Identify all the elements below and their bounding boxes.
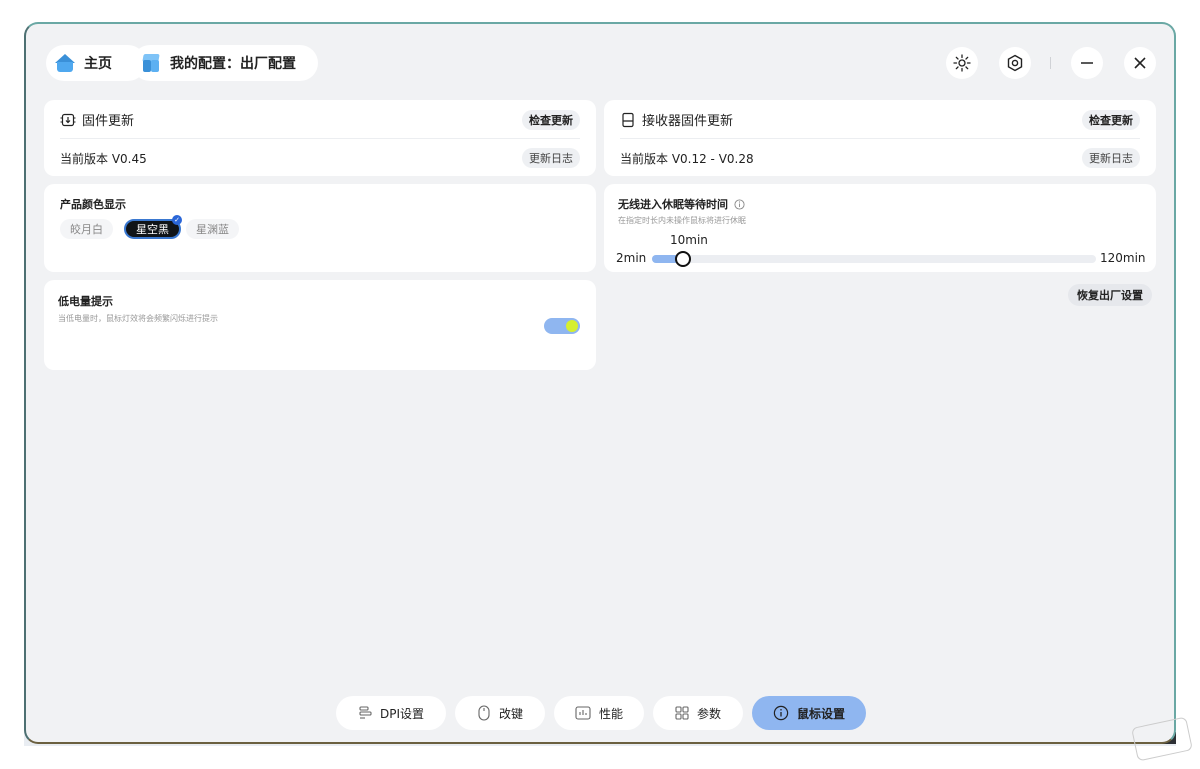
nav-dpi-label: DPI设置 bbox=[379, 706, 425, 721]
nav-remap[interactable]: 改键 bbox=[455, 696, 545, 730]
sleep-title-label: 无线进入休眠等待时间 bbox=[618, 198, 728, 211]
receiver-icon bbox=[622, 112, 634, 127]
nav-performance-label: 性能 bbox=[598, 706, 623, 721]
firmware-title: 固件更新 bbox=[60, 110, 134, 129]
changelog-button[interactable]: 更新日志 bbox=[522, 148, 580, 168]
app-window: 主页 我的配置：出厂配置 固件更新 检查更新 当前版本 V0.45 更新日志 接… bbox=[24, 22, 1176, 744]
check-update-button[interactable]: 检查更新 bbox=[522, 110, 580, 130]
gear-icon bbox=[1007, 54, 1023, 72]
minus-icon bbox=[1081, 62, 1093, 64]
receiver-title: 接收器固件更新 bbox=[620, 110, 733, 129]
nav-mouse-settings[interactable]: 鼠标设置 bbox=[752, 696, 866, 730]
nav-parameters[interactable]: 参数 bbox=[653, 696, 743, 730]
chip-icon bbox=[60, 113, 76, 126]
close-button[interactable] bbox=[1124, 47, 1156, 79]
nav-dpi-settings[interactable]: DPI设置 bbox=[336, 696, 446, 730]
close-icon bbox=[1134, 57, 1146, 69]
receiver-version-text: 当前版本 V0.12 - V0.28 bbox=[620, 152, 754, 166]
performance-icon bbox=[575, 706, 591, 720]
sleep-value-label: 10min bbox=[670, 233, 708, 247]
cube-icon bbox=[140, 52, 162, 74]
firmware-version-text: 当前版本 V0.45 bbox=[60, 152, 147, 166]
sleep-title: 无线进入休眠等待时间 bbox=[618, 196, 745, 212]
sleep-max-label: 120min bbox=[1100, 251, 1146, 265]
sleep-min-label: 2min bbox=[616, 251, 647, 265]
nav-parameters-label: 参数 bbox=[696, 706, 721, 721]
grid-icon bbox=[675, 706, 689, 720]
brightness-button[interactable] bbox=[946, 47, 978, 79]
nav-mouse-settings-label: 鼠标设置 bbox=[796, 706, 845, 721]
factory-reset-button[interactable]: 恢复出厂设置 bbox=[1068, 284, 1152, 306]
low-battery-card: 低电量提示 当低电量时，鼠标灯效将会频繁闪烁进行提示 bbox=[44, 280, 596, 370]
profile-selector[interactable]: 我的配置：出厂配置 bbox=[132, 45, 318, 81]
firmware-title-label: 固件更新 bbox=[82, 114, 135, 129]
sleep-description: 在指定时长内未操作鼠标将进行休眠 bbox=[618, 216, 746, 225]
profile-label: 我的配置：出厂配置 bbox=[170, 56, 296, 72]
toggle-knob bbox=[566, 320, 578, 332]
sleep-timer-card: 无线进入休眠等待时间 在指定时长内未操作鼠标将进行休眠 10min 2min 1… bbox=[604, 184, 1156, 272]
low-battery-description: 当低电量时，鼠标灯效将会频繁闪烁进行提示 bbox=[58, 314, 218, 323]
nav-performance[interactable]: 性能 bbox=[554, 696, 644, 730]
color-option-white[interactable]: 皎月白 bbox=[60, 219, 113, 239]
receiver-title-label: 接收器固件更新 bbox=[642, 114, 734, 129]
header-bar: 主页 我的配置：出厂配置 bbox=[26, 24, 1174, 100]
color-option-blue[interactable]: 星渊蓝 bbox=[186, 219, 239, 239]
dpi-icon bbox=[359, 706, 372, 719]
home-label: 主页 bbox=[84, 56, 112, 72]
nav-remap-label: 改键 bbox=[498, 706, 523, 721]
home-button[interactable]: 主页 bbox=[46, 45, 146, 81]
settings-button[interactable] bbox=[999, 47, 1031, 79]
receiver-firmware-card: 接收器固件更新 检查更新 当前版本 V0.12 - V0.28 更新日志 bbox=[604, 100, 1156, 176]
sun-icon bbox=[953, 54, 971, 72]
low-battery-title: 低电量提示 bbox=[58, 295, 113, 308]
card-divider bbox=[60, 138, 580, 139]
info-icon bbox=[773, 705, 789, 721]
product-color-card: 产品颜色显示 皎月白 星空黑 ✓ 星渊蓝 bbox=[44, 184, 596, 272]
low-battery-toggle[interactable] bbox=[544, 318, 580, 334]
product-color-title: 产品颜色显示 bbox=[60, 198, 126, 211]
home-icon bbox=[54, 52, 76, 74]
selected-check-icon: ✓ bbox=[172, 215, 182, 225]
minimize-button[interactable] bbox=[1071, 47, 1103, 79]
firmware-card: 固件更新 检查更新 当前版本 V0.45 更新日志 bbox=[44, 100, 596, 176]
header-divider bbox=[1050, 57, 1051, 69]
info-icon[interactable] bbox=[734, 198, 745, 210]
card-divider bbox=[620, 138, 1140, 139]
sleep-slider-track[interactable] bbox=[652, 255, 1096, 263]
receiver-changelog-button[interactable]: 更新日志 bbox=[1082, 148, 1140, 168]
receiver-check-update-button[interactable]: 检查更新 bbox=[1082, 110, 1140, 130]
sleep-slider-handle[interactable] bbox=[675, 251, 692, 267]
mouse-icon bbox=[478, 705, 490, 721]
